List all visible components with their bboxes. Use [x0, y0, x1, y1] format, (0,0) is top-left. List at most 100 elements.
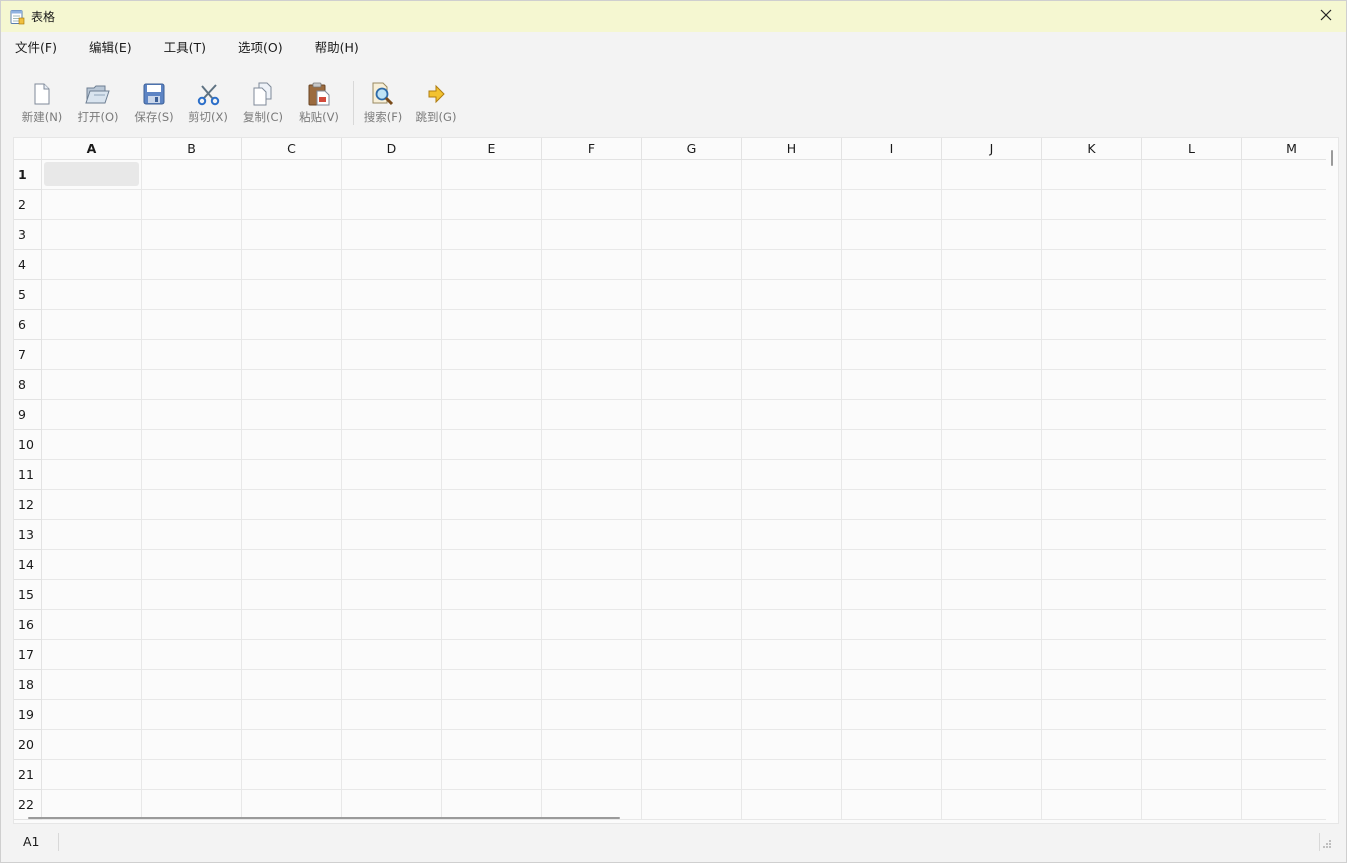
cell-j15[interactable]	[942, 580, 1042, 610]
cell-b22[interactable]	[142, 790, 242, 820]
cell-d1[interactable]	[342, 160, 442, 190]
cell-a21[interactable]	[42, 760, 142, 790]
cell-l18[interactable]	[1142, 670, 1242, 700]
cell-a17[interactable]	[42, 640, 142, 670]
cell-c21[interactable]	[242, 760, 342, 790]
cell-m21[interactable]	[1242, 760, 1338, 790]
cell-j3[interactable]	[942, 220, 1042, 250]
title-bar[interactable]: 表格	[1, 1, 1346, 32]
cell-b20[interactable]	[142, 730, 242, 760]
new-button[interactable]: 新建(N)	[15, 75, 69, 129]
row-header-22[interactable]: 22	[14, 790, 42, 820]
menu-help[interactable]: 帮助(H)	[301, 32, 373, 64]
cell-h3[interactable]	[742, 220, 842, 250]
search-button[interactable]: 搜索(F)	[360, 75, 406, 129]
row-header-21[interactable]: 21	[14, 760, 42, 790]
cell-i6[interactable]	[842, 310, 942, 340]
cell-a5[interactable]	[42, 280, 142, 310]
close-button[interactable]	[1306, 1, 1346, 32]
cell-i19[interactable]	[842, 700, 942, 730]
cell-l21[interactable]	[1142, 760, 1242, 790]
cell-a2[interactable]	[42, 190, 142, 220]
cell-g9[interactable]	[642, 400, 742, 430]
cell-d21[interactable]	[342, 760, 442, 790]
cell-k4[interactable]	[1042, 250, 1142, 280]
cell-e14[interactable]	[442, 550, 542, 580]
spreadsheet-grid[interactable]: ABCDEFGHIJKLM 1 2 3 4 5 6 7 8 9 10 11 12 13 14 15 16 17 1…	[13, 137, 1339, 824]
cell-c2[interactable]	[242, 190, 342, 220]
cell-h9[interactable]	[742, 400, 842, 430]
cell-h5[interactable]	[742, 280, 842, 310]
cell-h1[interactable]	[742, 160, 842, 190]
cell-m14[interactable]	[1242, 550, 1338, 580]
cell-e4[interactable]	[442, 250, 542, 280]
cell-h14[interactable]	[742, 550, 842, 580]
cell-d6[interactable]	[342, 310, 442, 340]
cell-h19[interactable]	[742, 700, 842, 730]
copy-button[interactable]: 复制(C)	[235, 75, 291, 129]
cell-m8[interactable]	[1242, 370, 1338, 400]
cell-c19[interactable]	[242, 700, 342, 730]
row-header-19[interactable]: 19	[14, 700, 42, 730]
cell-k20[interactable]	[1042, 730, 1142, 760]
cell-f14[interactable]	[542, 550, 642, 580]
cell-i17[interactable]	[842, 640, 942, 670]
cell-j19[interactable]	[942, 700, 1042, 730]
cell-f15[interactable]	[542, 580, 642, 610]
cell-g19[interactable]	[642, 700, 742, 730]
cell-h13[interactable]	[742, 520, 842, 550]
cell-g22[interactable]	[642, 790, 742, 820]
cell-b3[interactable]	[142, 220, 242, 250]
cell-d11[interactable]	[342, 460, 442, 490]
cell-k16[interactable]	[1042, 610, 1142, 640]
cut-button[interactable]: 剪切(X)	[181, 75, 235, 129]
cell-h7[interactable]	[742, 340, 842, 370]
cell-c9[interactable]	[242, 400, 342, 430]
cell-d14[interactable]	[342, 550, 442, 580]
cell-f10[interactable]	[542, 430, 642, 460]
cell-k9[interactable]	[1042, 400, 1142, 430]
column-header-e[interactable]: E	[442, 138, 542, 160]
cell-f19[interactable]	[542, 700, 642, 730]
cell-e2[interactable]	[442, 190, 542, 220]
cell-f13[interactable]	[542, 520, 642, 550]
cell-l20[interactable]	[1142, 730, 1242, 760]
cell-g13[interactable]	[642, 520, 742, 550]
cell-f1[interactable]	[542, 160, 642, 190]
select-all-corner[interactable]	[14, 138, 42, 160]
cell-j20[interactable]	[942, 730, 1042, 760]
cell-i20[interactable]	[842, 730, 942, 760]
cell-g20[interactable]	[642, 730, 742, 760]
paste-button[interactable]: 粘贴(V)	[291, 75, 347, 129]
cell-c6[interactable]	[242, 310, 342, 340]
menu-tools[interactable]: 工具(T)	[150, 32, 220, 64]
row-header-13[interactable]: 13	[14, 520, 42, 550]
cell-a3[interactable]	[42, 220, 142, 250]
cell-i4[interactable]	[842, 250, 942, 280]
cell-a16[interactable]	[42, 610, 142, 640]
cell-h15[interactable]	[742, 580, 842, 610]
cell-k1[interactable]	[1042, 160, 1142, 190]
cell-h2[interactable]	[742, 190, 842, 220]
cell-i12[interactable]	[842, 490, 942, 520]
cell-b14[interactable]	[142, 550, 242, 580]
cell-e15[interactable]	[442, 580, 542, 610]
cell-i21[interactable]	[842, 760, 942, 790]
cell-m11[interactable]	[1242, 460, 1338, 490]
cell-c5[interactable]	[242, 280, 342, 310]
cell-g6[interactable]	[642, 310, 742, 340]
row-header-7[interactable]: 7	[14, 340, 42, 370]
cell-c16[interactable]	[242, 610, 342, 640]
cell-m20[interactable]	[1242, 730, 1338, 760]
cell-i10[interactable]	[842, 430, 942, 460]
cell-c11[interactable]	[242, 460, 342, 490]
cell-k6[interactable]	[1042, 310, 1142, 340]
cell-j18[interactable]	[942, 670, 1042, 700]
cell-l22[interactable]	[1142, 790, 1242, 820]
cell-b10[interactable]	[142, 430, 242, 460]
cell-k21[interactable]	[1042, 760, 1142, 790]
cell-h4[interactable]	[742, 250, 842, 280]
cell-b18[interactable]	[142, 670, 242, 700]
cell-e12[interactable]	[442, 490, 542, 520]
cell-b12[interactable]	[142, 490, 242, 520]
